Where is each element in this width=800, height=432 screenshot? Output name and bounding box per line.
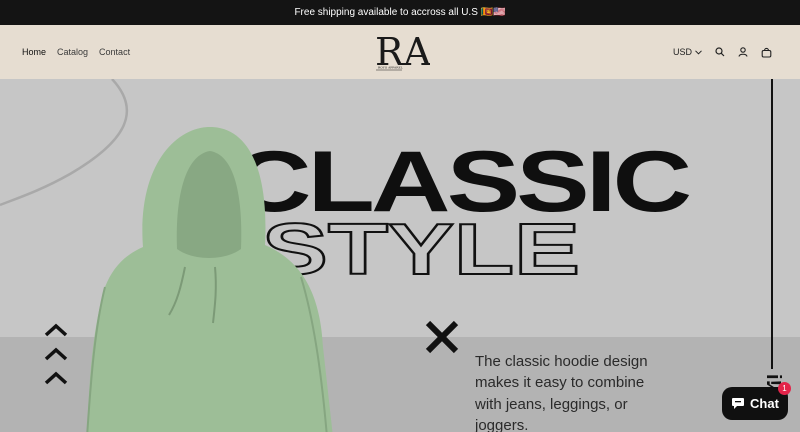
close-icon — [425, 320, 459, 354]
nav-catalog[interactable]: Catalog — [57, 47, 88, 57]
currency-selector[interactable]: USD — [673, 47, 702, 57]
nav-contact[interactable]: Contact — [99, 47, 130, 57]
announcement-bar: Free shipping available to accross all U… — [0, 0, 800, 25]
search-icon[interactable] — [715, 47, 725, 57]
chat-icon — [732, 398, 745, 409]
main-nav: Home Catalog Contact — [22, 25, 130, 79]
currency-label: USD — [672, 47, 692, 57]
logo-tagline: ROYO APPAREL — [378, 66, 403, 70]
chevron-down-icon — [695, 49, 702, 55]
site-header: Home Catalog Contact RA ROYO APPAREL USD — [0, 25, 800, 79]
announcement-text: Free shipping available to accross all U… — [294, 7, 506, 18]
chat-label: Chat — [750, 396, 779, 411]
cart-icon[interactable] — [761, 47, 772, 58]
nav-home[interactable]: Home — [22, 47, 46, 57]
vertical-divider — [771, 79, 773, 369]
chat-badge: 1 — [778, 382, 791, 395]
hoodie-image — [86, 127, 333, 432]
account-icon[interactable] — [738, 47, 748, 57]
header-actions: USD — [673, 25, 772, 79]
chevron-up-icon — [44, 323, 68, 385]
brand-logo[interactable]: RA ROYO APPAREL — [372, 29, 430, 75]
hero-banner: CLASSIC STYLE The classic hoodie design … — [0, 79, 800, 432]
hero-description: The classic hoodie design makes it easy … — [475, 353, 648, 432]
